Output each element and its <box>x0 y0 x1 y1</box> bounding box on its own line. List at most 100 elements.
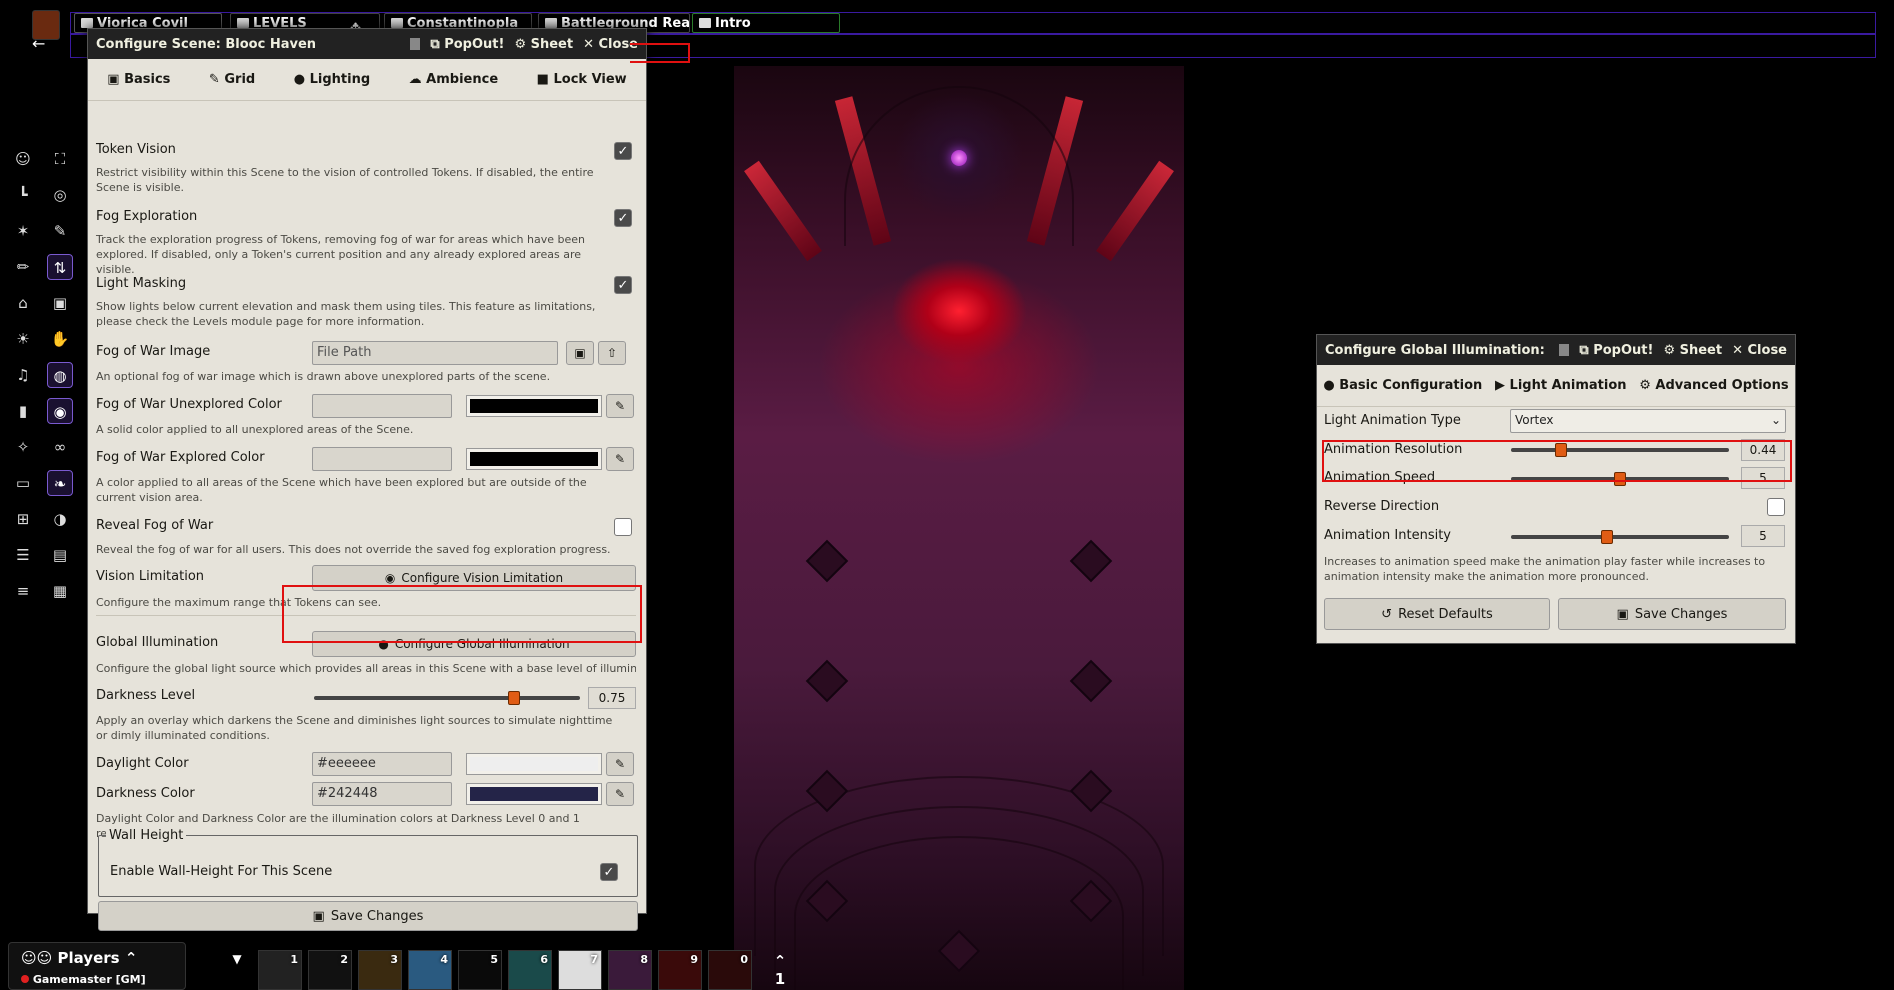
reveal-fog-checkbox[interactable] <box>614 518 632 536</box>
target-icon[interactable]: ◎ <box>47 182 73 208</box>
eyedropper-icon[interactable]: ✎ <box>606 394 634 418</box>
hotbar-menu-icon[interactable]: ▼ <box>226 952 248 990</box>
daylight-color-input[interactable]: #eeeeee <box>312 752 452 776</box>
bookmark-icon[interactable]: ▮ <box>10 398 36 424</box>
animation-intensity-thumb[interactable] <box>1600 530 1613 544</box>
fog-explored-swatch[interactable] <box>466 448 602 470</box>
music-icon[interactable]: ♫ <box>10 362 36 388</box>
darkness-slider-thumb[interactable] <box>507 691 520 705</box>
fog-unexplored-hint: A solid color applied to all unexplored … <box>96 423 414 436</box>
fog-exploration-checkbox[interactable]: ✓ <box>614 209 632 227</box>
animation-intensity-value[interactable]: 5 <box>1741 525 1785 547</box>
macro-slot[interactable]: 8 <box>608 950 652 990</box>
scene-map[interactable] <box>734 66 1184 990</box>
layers-icon[interactable]: ⇅ <box>47 254 73 280</box>
darkness-level-label: Darkness Level <box>96 688 196 703</box>
back-arrow-icon[interactable]: ← <box>32 36 52 52</box>
save-icon: ▣ <box>312 908 325 924</box>
macro-slot[interactable]: 7 <box>558 950 602 990</box>
macro-slot[interactable]: 1 <box>258 950 302 990</box>
window-title: Configure Scene: Blooc Haven <box>96 36 317 52</box>
palette-icon[interactable]: ◑ <box>47 506 73 532</box>
eye-slash-icon[interactable]: ◉ <box>47 398 73 424</box>
close-button[interactable]: ✕ Close <box>1732 343 1787 358</box>
darkness-color-swatch[interactable] <box>466 783 602 805</box>
feather-icon[interactable]: ❧ <box>47 470 73 496</box>
file-upload-icon[interactable]: ⇧ <box>598 341 626 365</box>
fog-explored-hint: A color applied to all areas of the Scen… <box>96 476 587 504</box>
hand-icon[interactable]: ✋ <box>47 326 73 352</box>
tab-basics[interactable]: ▣ Basics <box>107 72 170 87</box>
sheet-button[interactable]: ⚙ Sheet <box>514 37 573 52</box>
wall-height-checkbox[interactable]: ✓ <box>600 863 618 881</box>
daylight-color-swatch[interactable] <box>466 753 602 775</box>
macro-slot[interactable]: 4 <box>408 950 452 990</box>
ruler-icon[interactable]: ┗ <box>10 182 36 208</box>
macro-slot[interactable]: 9 <box>658 950 702 990</box>
macro-slot[interactable]: 3 <box>358 950 402 990</box>
macro-slot[interactable]: 0 <box>708 950 752 990</box>
window-header[interactable]: Configure Scene: Blooc Haven ⧉ PopOut! ⚙… <box>88 29 646 59</box>
token-vision-checkbox[interactable]: ✓ <box>614 142 632 160</box>
globe-icon[interactable]: ◍ <box>47 362 73 388</box>
color-fill <box>470 787 598 801</box>
sheet-button[interactable]: ⚙ Sheet <box>1663 343 1722 358</box>
tab-basic-configuration[interactable]: ● Basic Configuration <box>1323 378 1482 393</box>
eyedropper-icon[interactable]: ✎ <box>606 447 634 471</box>
monitor-icon[interactable]: ▭ <box>10 470 36 496</box>
database-icon[interactable]: ▤ <box>47 542 73 568</box>
document-id-icon[interactable] <box>410 38 421 50</box>
fullscreen-icon[interactable]: ⛶ <box>47 146 73 172</box>
tiles-icon[interactable]: ✶ <box>10 218 36 244</box>
light-icon[interactable]: ☀ <box>10 326 36 352</box>
measure-icon[interactable]: ✎ <box>47 218 73 244</box>
darkness-color-input[interactable]: #242448 <box>312 782 452 806</box>
macro-slot[interactable]: 6 <box>508 950 552 990</box>
tab-light-animation[interactable]: ▶ Light Animation <box>1495 378 1627 393</box>
hotbar-page[interactable]: ⌃ 1 <box>768 952 792 990</box>
stack-icon[interactable]: ≡ <box>10 578 36 604</box>
players-header[interactable]: ☺☺ Players ⌃ <box>21 949 137 967</box>
fog-explored-input[interactable] <box>312 447 452 471</box>
group-icon[interactable]: ▣ <box>47 290 73 316</box>
player-gamemaster: Gamemaster [GM] <box>21 973 146 986</box>
macro-slot-number: 6 <box>540 953 548 966</box>
animation-intensity-label: Animation Intensity <box>1324 528 1451 543</box>
popout-button[interactable]: ⧉ PopOut! <box>430 37 504 52</box>
tab-lock-view[interactable]: ■ Lock View <box>537 72 627 87</box>
save-changes-button[interactable]: ▣ Save Changes <box>98 901 638 931</box>
save-changes-button[interactable]: ▣ Save Changes <box>1558 598 1786 630</box>
tab-lighting[interactable]: ● Lighting <box>294 72 370 87</box>
fog-image-path-input[interactable]: File Path <box>312 341 558 365</box>
window-header[interactable]: Configure Global Illumination: Blooc Hav… <box>1317 335 1795 365</box>
eyedropper-icon[interactable]: ✎ <box>606 752 634 776</box>
popout-button[interactable]: ⧉ PopOut! <box>1579 343 1653 358</box>
token-icon[interactable]: ☺ <box>10 146 36 172</box>
darkness-value[interactable]: 0.75 <box>588 687 636 709</box>
reset-defaults-button[interactable]: ↺ Reset Defaults <box>1324 598 1550 630</box>
tab-advanced-options[interactable]: ⚙ Advanced Options <box>1639 378 1788 393</box>
file-picker-icon[interactable]: ▣ <box>566 341 594 365</box>
building-icon[interactable]: ⌂ <box>10 290 36 316</box>
macro-slot[interactable]: 2 <box>308 950 352 990</box>
document-id-icon[interactable] <box>1559 344 1570 356</box>
grid-icon[interactable]: ⊞ <box>10 506 36 532</box>
animation-intensity-track[interactable] <box>1511 535 1729 539</box>
list-icon[interactable]: ☰ <box>10 542 36 568</box>
film-icon[interactable]: ▦ <box>47 578 73 604</box>
light-masking-checkbox[interactable]: ✓ <box>614 276 632 294</box>
link-icon[interactable]: ∞ <box>47 434 73 460</box>
fog-unexplored-swatch[interactable] <box>466 395 602 417</box>
eyedropper-icon[interactable]: ✎ <box>606 782 634 806</box>
fog-unexplored-input[interactable] <box>312 394 452 418</box>
macro-slot[interactable]: 5 <box>458 950 502 990</box>
scene-tab-intro[interactable]: Intro <box>692 13 840 33</box>
tab-ambience[interactable]: ☁ Ambience <box>409 72 499 87</box>
darkness-slider-track[interactable] <box>314 696 580 700</box>
players-panel[interactable]: ☺☺ Players ⌃ Gamemaster [GM] <box>8 942 186 990</box>
reverse-direction-checkbox[interactable] <box>1767 498 1785 516</box>
tab-grid[interactable]: ✎ Grid <box>209 72 255 87</box>
wand-icon[interactable]: ✧ <box>10 434 36 460</box>
pencil-icon[interactable]: ✏ <box>10 254 36 280</box>
animation-type-select[interactable]: Vortex ⌄ <box>1510 409 1786 433</box>
